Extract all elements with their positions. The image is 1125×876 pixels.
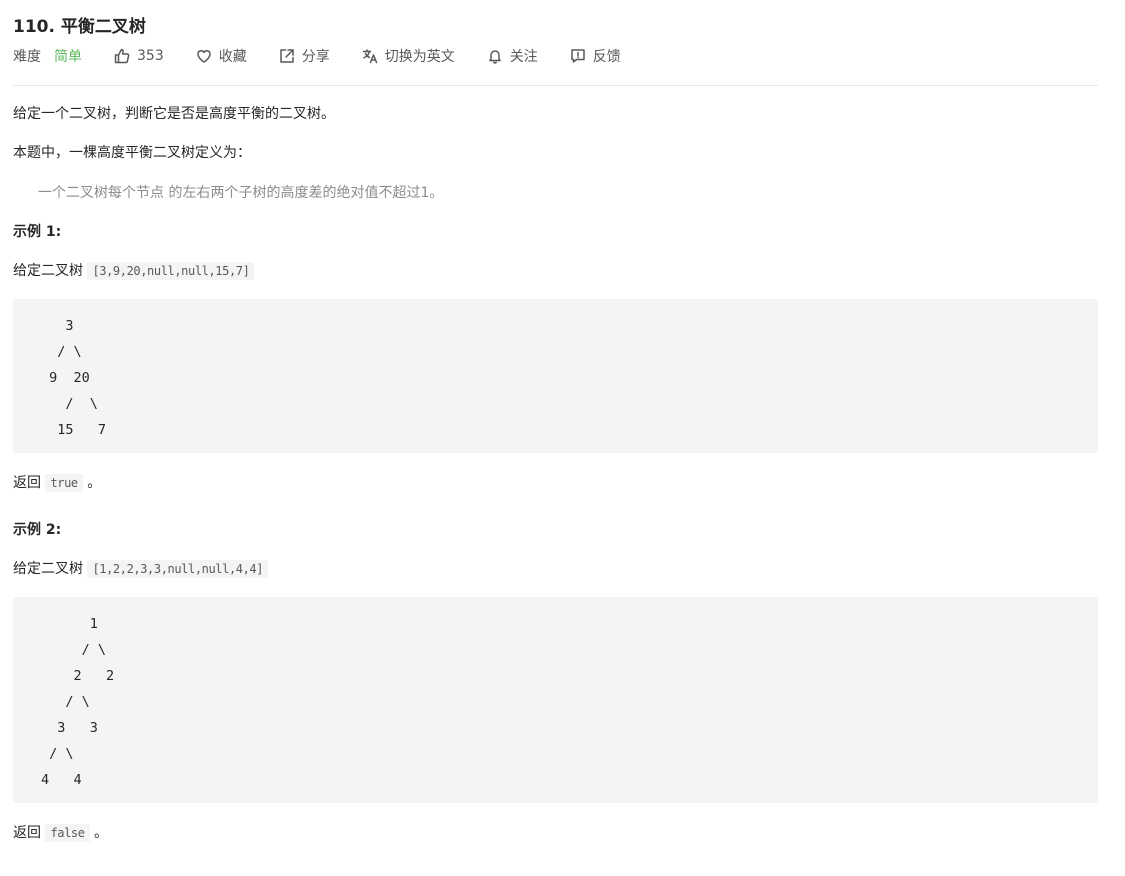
example-2-given: 给定二叉树 [1,2,2,3,3,null,null,4,4]	[13, 559, 269, 579]
share-label: 分享	[301, 49, 330, 65]
example-2-return: 返回 false 。	[13, 823, 108, 843]
example-1-given: 给定二叉树 [3,9,20,null,null,15,7]	[13, 261, 255, 281]
feedback-button[interactable]: 反馈	[570, 46, 621, 66]
heart-icon	[196, 50, 211, 63]
like-button[interactable]: 353	[114, 48, 164, 64]
header-divider	[13, 85, 1098, 86]
like-count: 353	[137, 48, 164, 64]
difficulty-value: 简单	[54, 49, 82, 65]
example-1-tree-block: 3 / \ 9 20 / \ 15 7	[13, 299, 1098, 453]
problem-title: 110. 平衡二叉树	[13, 17, 146, 37]
example-2-return-prefix: 返回	[13, 825, 46, 841]
problem-meta-bar: 难度 简单 353 收藏 分享 切换为英文 关注 反馈	[13, 45, 653, 67]
problem-intro: 给定一个二叉树，判断它是否是高度平衡的二叉树。	[13, 106, 335, 122]
example-2-tree-block: 1 / \ 2 2 / \ 3 3 / \ 4 4	[13, 597, 1098, 803]
example-1-return-value: true	[45, 474, 83, 492]
follow-button[interactable]: 关注	[487, 46, 538, 66]
example-1-return-suffix: 。	[82, 475, 102, 491]
definition-intro: 本题中，一棵高度平衡二叉树定义为：	[13, 145, 251, 161]
example-2-return-suffix: 。	[89, 825, 109, 841]
example-1-return: 返回 true 。	[13, 473, 101, 493]
favorite-button[interactable]: 收藏	[196, 46, 247, 66]
thumbs-up-icon	[114, 48, 130, 64]
feedback-icon	[570, 49, 585, 63]
follow-label: 关注	[509, 49, 538, 65]
example-2-given-prefix: 给定二叉树	[13, 561, 88, 577]
example-1-given-value: [3,9,20,null,null,15,7]	[87, 262, 255, 280]
example-1-tree: 3 / \ 9 20 / \ 15 7	[49, 318, 107, 438]
example-2-return-value: false	[45, 824, 90, 842]
definition-quote: 一个二叉树每个节点 的左右两个子树的高度差的绝对值不超过1。	[38, 185, 444, 201]
share-button[interactable]: 分享	[279, 46, 330, 66]
example-2-heading: 示例 2:	[13, 522, 62, 538]
share-icon	[279, 49, 294, 63]
example-2-given-value: [1,2,2,3,3,null,null,4,4]	[87, 560, 269, 578]
feedback-label: 反馈	[592, 49, 621, 65]
example-2-tree: 1 / \ 2 2 / \ 3 3 / \ 4 4	[41, 616, 115, 788]
favorite-label: 收藏	[218, 49, 247, 65]
translate-label: 切换为英文	[384, 49, 455, 65]
difficulty-label: 难度	[13, 49, 41, 65]
example-1-given-prefix: 给定二叉树	[13, 263, 88, 279]
example-1-heading: 示例 1:	[13, 224, 62, 240]
translate-button[interactable]: 切换为英文	[362, 46, 455, 66]
translate-icon	[362, 49, 377, 64]
example-1-return-prefix: 返回	[13, 475, 46, 491]
bell-icon	[488, 50, 501, 64]
